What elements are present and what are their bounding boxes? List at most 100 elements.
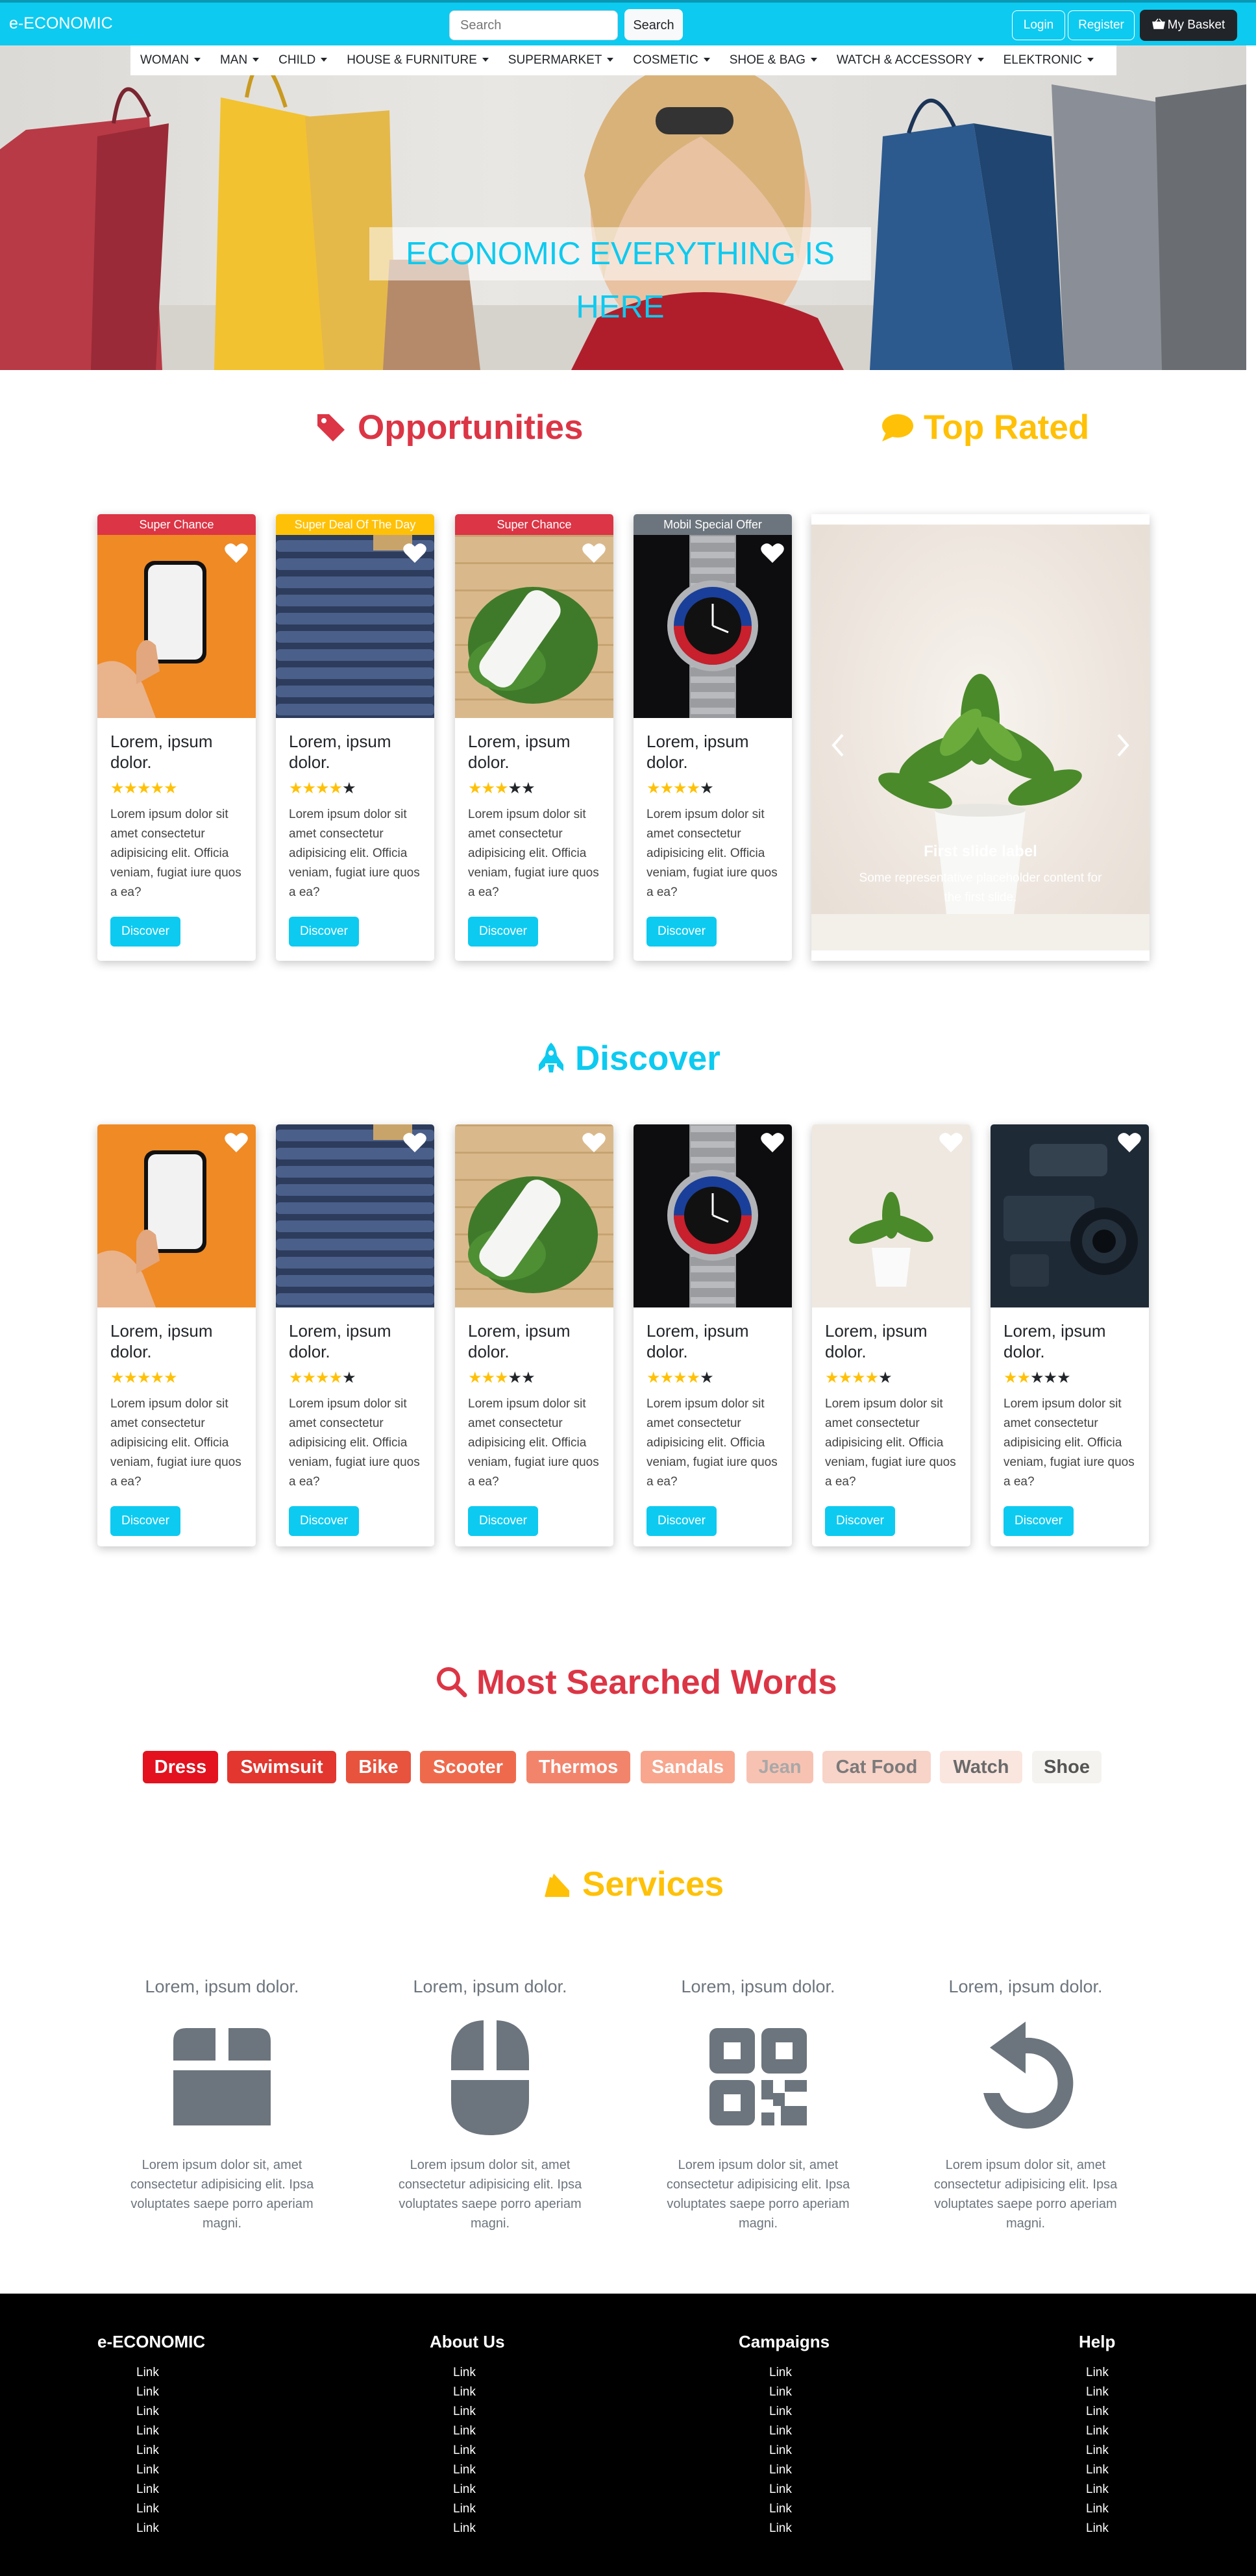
product-card[interactable]: Mobil Special Offer Lorem, ipsum dolor. ★★… — [634, 514, 792, 961]
search-word-tag[interactable]: Cat Food — [822, 1751, 931, 1783]
product-card[interactable]: Super Chance Lorem, ipsum dolor. ★★★★★ Lore… — [455, 514, 613, 961]
footer-link[interactable]: Link — [769, 2383, 792, 2402]
watch-image[interactable] — [634, 535, 792, 718]
search-input[interactable] — [449, 10, 618, 40]
footer-link[interactable]: Link — [136, 2421, 159, 2441]
search-word-tag[interactable]: Shoe — [1032, 1751, 1102, 1783]
heart-icon[interactable] — [582, 1132, 606, 1153]
category-dropdown[interactable]: ELEKTRONIC — [994, 45, 1103, 75]
footer-link[interactable]: Link — [769, 2441, 792, 2460]
footer-link[interactable]: Link — [136, 2402, 159, 2421]
product-card[interactable]: Super Chance Lorem, ipsum dolor. ★★★★★ Lore… — [97, 514, 256, 961]
footer-link[interactable]: Link — [453, 2421, 476, 2441]
footer-link[interactable]: Link — [1086, 2363, 1109, 2383]
discover-button[interactable]: Discover — [289, 917, 359, 947]
jeans-image[interactable] — [276, 1124, 434, 1307]
carousel-prev-icon[interactable] — [830, 732, 846, 758]
search-word-tag[interactable]: Jean — [746, 1751, 813, 1783]
search-word-tag[interactable]: Bike — [346, 1751, 411, 1783]
search-word-tag[interactable]: Swimsuit — [227, 1751, 336, 1783]
footer-link[interactable]: Link — [769, 2402, 792, 2421]
footer-link[interactable]: Link — [1086, 2441, 1109, 2460]
heart-icon[interactable] — [761, 1132, 784, 1153]
footer-link[interactable]: Link — [1086, 2499, 1109, 2519]
footer-link[interactable]: Link — [136, 2460, 159, 2480]
discover-button[interactable]: Discover — [289, 1506, 359, 1536]
product-card[interactable]: Lorem, ipsum dolor. ★★★★★ Lorem ipsum dolo… — [634, 1124, 792, 1546]
footer-link[interactable]: Link — [453, 2499, 476, 2519]
category-dropdown[interactable]: WOMAN — [130, 45, 210, 75]
heart-icon[interactable] — [1118, 1132, 1141, 1153]
footer-link[interactable]: Link — [769, 2421, 792, 2441]
footer-link[interactable]: Link — [453, 2363, 476, 2383]
product-card[interactable]: Lorem, ipsum dolor. ★★★★★ Lorem ipsum dolo… — [991, 1124, 1149, 1546]
footer-link[interactable]: Link — [1086, 2421, 1109, 2441]
heart-icon[interactable] — [403, 1132, 426, 1153]
heart-icon[interactable] — [225, 543, 248, 564]
discover-button[interactable]: Discover — [646, 1506, 717, 1536]
footer-link[interactable]: Link — [453, 2383, 476, 2402]
phone-image[interactable] — [97, 1124, 256, 1307]
heart-icon[interactable] — [225, 1132, 248, 1153]
search-word-tag[interactable]: Watch — [940, 1751, 1022, 1783]
footer-link[interactable]: Link — [136, 2441, 159, 2460]
footer-link[interactable]: Link — [1086, 2402, 1109, 2421]
footer-link[interactable]: Link — [136, 2480, 159, 2499]
discover-button[interactable]: Discover — [110, 1506, 180, 1536]
product-card[interactable]: Lorem, ipsum dolor. ★★★★★ Lorem ipsum dolo… — [455, 1124, 613, 1546]
cream-image[interactable] — [455, 535, 613, 718]
discover-button[interactable]: Discover — [646, 917, 717, 947]
watch-image[interactable] — [634, 1124, 792, 1307]
brand-logo[interactable]: e-ECONOMIC — [9, 14, 113, 33]
footer-link[interactable]: Link — [453, 2480, 476, 2499]
footer-link[interactable]: Link — [769, 2480, 792, 2499]
heart-icon[interactable] — [403, 543, 426, 564]
discover-button[interactable]: Discover — [468, 917, 538, 947]
login-button[interactable]: Login — [1012, 10, 1065, 40]
my-basket-button[interactable]: My Basket — [1140, 10, 1237, 41]
carousel-next-icon[interactable] — [1114, 732, 1131, 758]
camera-image[interactable] — [991, 1124, 1149, 1307]
heart-icon[interactable] — [761, 543, 784, 564]
footer-link[interactable]: Link — [769, 2363, 792, 2383]
category-dropdown[interactable]: SHOE & BAG — [720, 45, 827, 75]
search-word-tag[interactable]: Thermos — [526, 1751, 630, 1783]
footer-link[interactable]: Link — [1086, 2480, 1109, 2499]
footer-link[interactable]: Link — [769, 2519, 792, 2538]
discover-button[interactable]: Discover — [110, 917, 180, 947]
product-card[interactable]: Lorem, ipsum dolor. ★★★★★ Lorem ipsum dolo… — [97, 1124, 256, 1546]
category-dropdown[interactable]: SUPERMARKET — [499, 45, 624, 75]
phone-image[interactable] — [97, 535, 256, 718]
category-dropdown[interactable]: HOUSE & FURNITURE — [337, 45, 499, 75]
footer-link[interactable]: Link — [1086, 2519, 1109, 2538]
jeans-image[interactable] — [276, 535, 434, 718]
category-dropdown[interactable]: CHILD — [269, 45, 337, 75]
search-button[interactable]: Search — [624, 9, 683, 40]
search-word-tag[interactable]: Scooter — [420, 1751, 516, 1783]
product-card[interactable]: Lorem, ipsum dolor. ★★★★★ Lorem ipsum dolo… — [812, 1124, 970, 1546]
plant-image[interactable] — [812, 1124, 970, 1307]
footer-link[interactable]: Link — [136, 2363, 159, 2383]
heart-icon[interactable] — [939, 1132, 963, 1153]
footer-link[interactable]: Link — [769, 2499, 792, 2519]
footer-link[interactable]: Link — [1086, 2460, 1109, 2480]
footer-link[interactable]: Link — [136, 2383, 159, 2402]
register-button[interactable]: Register — [1068, 10, 1135, 40]
product-card[interactable]: Super Deal Of The Day Lorem, ipsum dolor.… — [276, 514, 434, 961]
discover-button[interactable]: Discover — [468, 1506, 538, 1536]
category-dropdown[interactable]: MAN — [210, 45, 269, 75]
discover-button[interactable]: Discover — [1004, 1506, 1074, 1536]
heart-icon[interactable] — [582, 543, 606, 564]
footer-link[interactable]: Link — [453, 2402, 476, 2421]
footer-link[interactable]: Link — [453, 2460, 476, 2480]
discover-button[interactable]: Discover — [825, 1506, 895, 1536]
category-dropdown[interactable]: WATCH & ACCESSORY — [827, 45, 994, 75]
search-word-tag[interactable]: Sandals — [641, 1751, 735, 1783]
footer-link[interactable]: Link — [1086, 2383, 1109, 2402]
product-card[interactable]: Lorem, ipsum dolor. ★★★★★ Lorem ipsum dolo… — [276, 1124, 434, 1546]
footer-link[interactable]: Link — [136, 2519, 159, 2538]
cream-image[interactable] — [455, 1124, 613, 1307]
footer-link[interactable]: Link — [769, 2460, 792, 2480]
footer-link[interactable]: Link — [453, 2519, 476, 2538]
search-word-tag[interactable]: Dress — [143, 1751, 218, 1783]
